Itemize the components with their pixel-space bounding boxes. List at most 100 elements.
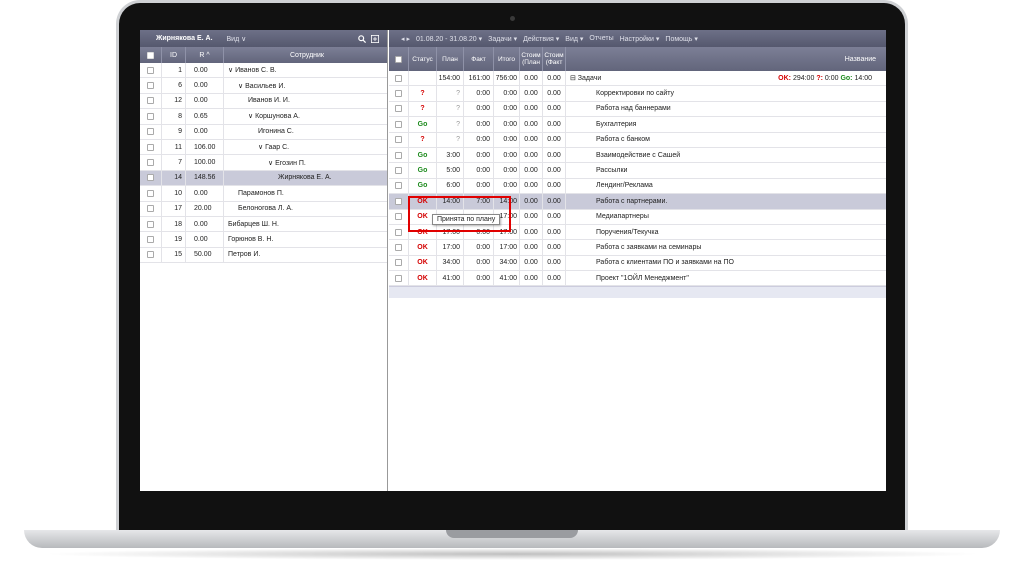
employee-name[interactable]: ∨ Васильев И. [224,78,387,92]
row-checkbox[interactable] [389,101,409,117]
employee-row[interactable]: 11 106.00 ∨ Гаар С. [140,139,387,156]
col-fact[interactable]: Факт [464,47,494,71]
employee-row[interactable]: 12 0.00 Иванов И. И. [140,93,387,110]
menu-settings[interactable]: Настройки ▾ [620,35,660,43]
employee-name[interactable]: ∨ Гаар С. [224,140,387,154]
employee-name[interactable]: ∨ Коршунова А. [224,109,387,123]
tasks-select-all-checkbox[interactable] [389,47,409,71]
col-name[interactable]: Название [566,47,886,71]
employee-name[interactable]: Бибарцев Ш. Н. [224,217,387,231]
task-name[interactable]: Работа над баннерами [566,102,886,116]
col-total[interactable]: Итого [494,47,520,71]
employee-row[interactable]: 18 0.00 Бибарцев Ш. Н. [140,216,387,233]
task-row[interactable]: Go 5:00 0:00 0:00 0.00 0.00 Рассылки [389,163,886,179]
task-row[interactable]: ?? 0:00 0:00 0.00 0.00 Работа с банком [389,132,886,148]
col-cost-plan[interactable]: Стоим (План [520,47,543,71]
task-status[interactable]: OK [409,255,437,271]
task-name[interactable]: Лендинг/Реклама [566,179,886,193]
task-name[interactable]: Корректировки по сайту [566,86,886,100]
task-row[interactable]: Go 6:00 0:00 0:00 0.00 0.00 Лендинг/Реклама [389,178,886,195]
row-checkbox[interactable] [140,247,162,263]
search-icon[interactable] [358,34,366,43]
task-name[interactable]: Рассылки [566,163,886,177]
employee-row[interactable]: 7 100.00 ∨ Егозин П. [140,155,387,171]
row-checkbox[interactable] [140,170,162,186]
summary-row[interactable]: 154:00 161:00 756:00 0.00 0.00 ⊟ Задачи … [389,71,886,87]
period-selector[interactable]: 01.08.20 - 31.08.20 ▾ [416,35,482,43]
tasks-group-label[interactable]: ⊟ Задачи [570,74,601,82]
task-status[interactable]: ? [409,101,437,117]
row-checkbox[interactable] [389,271,409,286]
row-checkbox[interactable] [389,255,409,271]
task-name[interactable]: Медиапартнеры [566,210,886,224]
task-row[interactable]: OK 17:00 0:00 17:00 0.00 0.00 Работа с заявкам… [389,240,886,256]
row-checkbox[interactable] [140,78,162,93]
task-name[interactable]: Работа с заявками на семинары [566,240,886,254]
row-checkbox[interactable] [140,93,162,109]
row-checkbox[interactable] [389,117,409,132]
row-checkbox[interactable] [389,147,409,163]
row-checkbox[interactable] [140,109,162,124]
task-status[interactable]: Go [409,178,437,194]
col-cost-fact[interactable]: Стоим (Факт [543,47,566,71]
employee-row[interactable]: 14 148.56 Жирнякова Е. А. [140,170,387,187]
task-status[interactable]: OK [409,240,437,255]
row-checkbox[interactable] [140,201,162,216]
task-status[interactable]: ? [409,132,437,147]
employee-name[interactable]: Жирнякова Е. А. [224,171,387,185]
task-name[interactable]: Работа с партнерами. [566,194,886,208]
employee-row[interactable]: 19 0.00 Горюнов В. Н. [140,232,387,248]
menu-view[interactable]: Вид ▾ [565,35,583,43]
menu-reports[interactable]: Отчеты [589,35,613,42]
employee-name[interactable]: Иванов И. И. [224,94,387,108]
task-status[interactable]: ? [409,86,437,101]
task-row[interactable]: Go 3:00 0:00 0:00 0.00 0.00 Взаимодействие с С… [389,147,886,164]
row-checkbox[interactable] [140,155,162,170]
task-status[interactable]: OK [409,271,437,286]
employee-row[interactable]: 10 0.00 Парамонов П. [140,186,387,202]
col-status[interactable]: Статус [409,47,437,71]
employee-name[interactable]: Игонина С. [224,125,387,139]
col-r[interactable]: R ^ [186,47,224,63]
row-checkbox[interactable] [140,186,162,201]
task-row[interactable]: ?? 0:00 0:00 0.00 0.00 Корректировки по сайту [389,86,886,102]
employee-name[interactable]: Белоногова Л. А. [224,202,387,216]
row-checkbox[interactable] [389,163,409,178]
employee-row[interactable]: 6 0.00 ∨ Васильев И. [140,78,387,94]
employee-row[interactable]: 8 0.65 ∨ Коршунова А. [140,109,387,125]
row-checkbox[interactable] [389,224,409,240]
view-menu[interactable]: Вид ∨ [227,35,247,43]
task-status[interactable]: Go [409,117,437,132]
col-id[interactable]: ID [162,47,186,63]
employee-row[interactable]: 17 20.00 Белоногова Л. А. [140,201,387,217]
row-checkbox[interactable] [140,216,162,232]
task-status[interactable]: Go [409,163,437,178]
task-name[interactable]: Проект "1ОЙЛ Менеджмент" [566,271,886,285]
task-row[interactable]: Go? 0:00 0:00 0.00 0.00 Бухгалтерия [389,117,886,133]
task-name[interactable]: Поручения/Текучка [566,225,886,239]
menu-tasks[interactable]: Задачи ▾ [488,35,517,43]
row-checkbox[interactable] [389,71,409,86]
task-name[interactable]: Работа с клиентами ПО и заявками на ПО [566,256,886,270]
row-checkbox[interactable] [140,232,162,247]
employee-name[interactable]: Петров И. [224,248,387,262]
period-nav-arrows[interactable]: ◂ ▸ [401,35,410,43]
menu-actions[interactable]: Действия ▾ [523,35,559,43]
employee-row[interactable]: 15 50.00 Петров И. [140,247,387,264]
row-checkbox[interactable] [389,178,409,194]
expand-icon[interactable] [371,34,379,43]
row-checkbox[interactable] [389,209,409,224]
task-row[interactable]: OK 34:00 0:00 34:00 0.00 0.00 Работа с клиента… [389,255,886,272]
row-checkbox[interactable] [389,86,409,101]
select-all-checkbox[interactable] [140,47,162,63]
row-checkbox[interactable] [389,132,409,147]
row-checkbox[interactable] [140,63,162,78]
task-row[interactable]: OK 41:00 0:00 41:00 0.00 0.00 Проект "1ОЙЛ Мен… [389,271,886,287]
col-plan[interactable]: План [437,47,464,71]
task-row[interactable]: ?? 0:00 0:00 0.00 0.00 Работа над баннерами [389,101,886,118]
employee-name[interactable]: Горюнов В. Н. [224,232,387,246]
employee-row[interactable]: 1 0.00 ∨ Иванов С. В. [140,63,387,79]
row-checkbox[interactable] [389,194,409,209]
employee-name[interactable]: Парамонов П. [224,186,387,200]
row-checkbox[interactable] [140,124,162,139]
